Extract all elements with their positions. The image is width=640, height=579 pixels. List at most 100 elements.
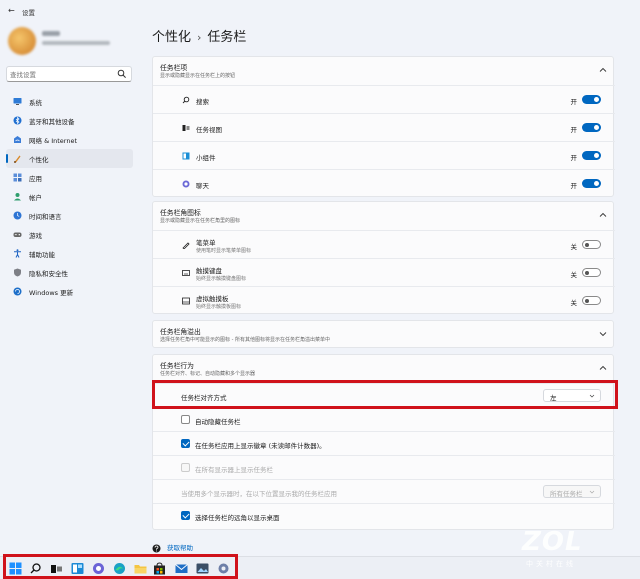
search-icon	[182, 96, 190, 104]
setting-label: 触摸键盘	[196, 267, 222, 275]
dropdown-value: 所有任务栏	[550, 490, 583, 498]
multi-display-dropdown[interactable]: 所有任务栏	[543, 485, 601, 498]
pen-icon	[182, 242, 190, 249]
option-badges: 在任务栏应用上显示徽章 (未读邮件计数器)。	[153, 431, 615, 455]
sidebar-item-label: 帐户	[29, 193, 42, 202]
pen-menu-toggle[interactable]	[582, 240, 601, 249]
avatar[interactable]	[8, 27, 36, 55]
back-arrow-icon[interactable]: ←	[8, 6, 15, 15]
user-profile[interactable]	[8, 27, 138, 57]
sidebar-nav: 系统 蓝牙和其他设备 网络 & Internet 个性化 应用 帐户 时间和语言	[6, 92, 133, 301]
system-icon	[13, 98, 22, 105]
corner-icons-section: 任务栏角图标 显示或隐藏显示在任务栏角里的图标 笔菜单 使用笔时显示笔菜单图标 …	[152, 201, 615, 314]
setting-label: 搜索	[196, 98, 209, 106]
option-desktop-corner: 选择任务栏的远角以显示桌面	[153, 503, 615, 527]
accessibility-icon	[14, 249, 21, 258]
corner-overflow-section[interactable]: 任务栏角溢出 选择任务栏角中可能显示的图标 - 所有其他图标将显示在任务栏角溢出…	[152, 320, 614, 348]
setting-row-touch-keyboard: 触摸键盘 始终显示触摸键盘图标 关	[153, 258, 615, 286]
checkbox-label: 自动隐藏任务栏	[195, 418, 241, 426]
checkbox-label: 在任务栏应用上显示徽章 (未读邮件计数器)。	[195, 442, 326, 450]
checkbox-label: 在所有显示器上显示任务栏	[195, 466, 273, 474]
get-help-link[interactable]: 获取帮助	[152, 542, 193, 553]
settings-window: ← 设置 系统 蓝牙和其他设备 网络 & Internet 个性化 应用	[0, 0, 640, 556]
apps-icon	[13, 173, 22, 182]
sidebar-item-accounts[interactable]: 帐户	[6, 187, 133, 206]
task-view-icon	[182, 125, 190, 131]
section-title: 任务栏行为	[160, 362, 194, 370]
sidebar-item-label: 隐私和安全性	[29, 269, 68, 278]
title-bar: ← 设置	[0, 0, 640, 22]
section-header[interactable]: 任务栏行为 任务栏对齐、标记、自动隐藏和多个显示器	[153, 355, 615, 381]
windows-update-icon	[13, 287, 22, 296]
sidebar-item-privacy[interactable]: 隐私和安全性	[6, 263, 133, 282]
time-language-icon	[13, 211, 22, 220]
checkbox-label: 选择任务栏的远角以显示桌面	[195, 514, 280, 522]
sidebar-item-bluetooth[interactable]: 蓝牙和其他设备	[6, 111, 133, 130]
touch-keyboard-toggle[interactable]	[582, 268, 601, 277]
setting-label: 任务视图	[196, 126, 222, 134]
sidebar-item-network[interactable]: 网络 & Internet	[6, 130, 133, 149]
personalization-icon	[14, 155, 21, 163]
widgets-toggle[interactable]	[582, 151, 601, 160]
setting-row-task-view: 任务视图 开	[153, 113, 615, 141]
search-toggle[interactable]	[582, 95, 601, 104]
chat-toggle[interactable]	[582, 179, 601, 188]
task-view-toggle[interactable]	[582, 123, 601, 132]
chevron-up-icon[interactable]	[599, 364, 607, 372]
touchpad-icon	[182, 297, 190, 305]
user-name-blurred	[42, 31, 60, 36]
auto-hide-checkbox[interactable]	[181, 415, 190, 424]
section-header[interactable]: 任务栏角图标 显示或隐藏显示在任务栏角里的图标	[153, 202, 615, 228]
multi-display-label: 当使用多个显示器时，在以下位置显示我的任务栏应用	[181, 490, 337, 498]
option-all-displays: 在所有显示器上显示任务栏	[153, 455, 615, 479]
sidebar-item-system[interactable]: 系统	[6, 92, 133, 111]
setting-row-search: 搜索 开	[153, 85, 615, 113]
all-displays-checkbox[interactable]	[181, 463, 190, 472]
chat-icon	[182, 180, 190, 188]
sidebar-item-label: Windows 更新	[29, 288, 74, 297]
sidebar-item-label: 个性化	[29, 155, 49, 164]
toggle-state: 开	[570, 98, 578, 106]
gaming-icon	[13, 232, 22, 237]
sidebar-item-gaming[interactable]: 游戏	[6, 225, 133, 244]
sidebar-item-label: 游戏	[29, 231, 42, 240]
chevron-up-icon[interactable]	[599, 66, 607, 74]
breadcrumb: 个性化 › 任务栏	[152, 26, 246, 45]
setting-label: 笔菜单	[196, 239, 216, 247]
search-input[interactable]	[10, 69, 110, 80]
sidebar-item-time-language[interactable]: 时间和语言	[6, 206, 133, 225]
search-icon[interactable]	[117, 69, 127, 79]
setting-row-widgets: 小组件 开	[153, 141, 615, 169]
setting-row-chat: 聊天 开	[153, 169, 615, 197]
help-icon	[152, 544, 161, 552]
sidebar-item-label: 时间和语言	[29, 212, 62, 221]
sidebar-item-windows-update[interactable]: Windows 更新	[6, 282, 133, 301]
section-title: 任务栏角图标	[160, 209, 201, 217]
virtual-touchpad-toggle[interactable]	[582, 296, 601, 305]
watermark-text: 中关村在线	[526, 560, 576, 568]
zol-watermark: ZOL 中关村在线	[522, 527, 634, 575]
setting-row-virtual-touchpad: 虚拟触摸板 始终显示触摸板图标 关	[153, 286, 615, 314]
widgets-icon	[182, 152, 190, 160]
sidebar-item-label: 蓝牙和其他设备	[29, 117, 75, 126]
breadcrumb-parent[interactable]: 个性化	[152, 30, 191, 45]
highlight-alignment-box	[152, 380, 618, 409]
window-title: 设置	[22, 9, 35, 17]
toggle-state: 开	[570, 126, 578, 134]
chevron-up-icon[interactable]	[599, 211, 607, 219]
setting-sublabel: 使用笔时显示笔菜单图标	[196, 248, 252, 254]
highlight-taskbar-box	[3, 554, 238, 579]
chevron-down-icon[interactable]	[599, 330, 607, 338]
sidebar-item-personalization[interactable]: 个性化	[6, 149, 133, 168]
keyboard-icon	[182, 270, 190, 276]
section-header[interactable]: 任务栏角溢出 选择任务栏角中可能显示的图标 - 所有其他图标将显示在任务栏角溢出…	[153, 321, 615, 347]
sidebar-item-apps[interactable]: 应用	[6, 168, 133, 187]
section-header[interactable]: 任务栏项 显示或隐藏显示在任务栏上的按钮	[153, 57, 615, 83]
setting-label: 虚拟触摸板	[196, 295, 229, 303]
search-box[interactable]	[6, 66, 132, 82]
desktop-corner-checkbox[interactable]	[181, 511, 190, 520]
toggle-state: 开	[570, 182, 578, 190]
sidebar-item-accessibility[interactable]: 辅助功能	[6, 244, 133, 263]
section-title: 任务栏项	[160, 64, 188, 72]
badges-checkbox[interactable]	[181, 439, 190, 448]
